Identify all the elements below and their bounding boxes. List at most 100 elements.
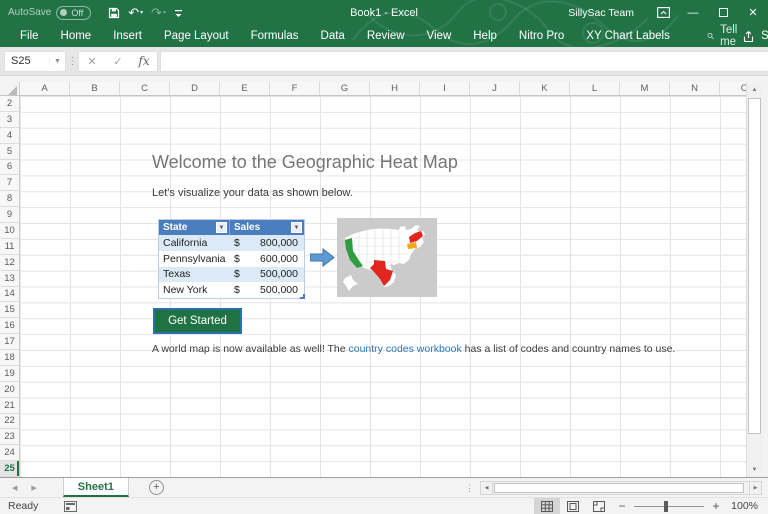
vertical-scrollbar[interactable]: ▲ ▼ [746, 82, 762, 477]
redo-button[interactable]: ↷▾ [148, 3, 169, 23]
row-header-16[interactable]: 16 [0, 318, 19, 334]
row-header-24[interactable]: 24 [0, 445, 19, 461]
column-header-d[interactable]: D [170, 82, 220, 95]
tab-review[interactable]: Review [356, 30, 416, 42]
row-header-9[interactable]: 9 [0, 207, 19, 223]
insert-function-button[interactable]: fx [131, 54, 157, 68]
undo-button[interactable]: ↶▾ [125, 3, 146, 23]
column-header-o[interactable]: O [720, 82, 746, 95]
row-header-7[interactable]: 7 [0, 175, 19, 191]
zoom-out-button[interactable]: − [612, 499, 632, 513]
page-break-preview-button[interactable] [586, 498, 612, 514]
tab-home[interactable]: Home [50, 30, 103, 42]
row-header-25[interactable]: 25 [0, 461, 19, 477]
column-header-g[interactable]: G [320, 82, 370, 95]
scroll-right-button[interactable]: ▶ [749, 481, 762, 495]
select-all-button[interactable] [0, 82, 20, 96]
tell-me-box[interactable]: Tell me [707, 24, 742, 48]
macro-record-button[interactable] [64, 501, 77, 512]
column-header-h[interactable]: H [370, 82, 420, 95]
tab-file[interactable]: File [0, 30, 50, 42]
next-sheet-button[interactable]: ▶ [31, 484, 36, 492]
scroll-left-button[interactable]: ◀ [480, 481, 493, 495]
zoom-level[interactable]: 100% [726, 500, 768, 512]
redo-dropdown-caret[interactable]: ▾ [163, 9, 166, 16]
undo-dropdown-caret[interactable]: ▾ [140, 9, 143, 16]
ribbon-display-options-button[interactable] [648, 0, 678, 25]
column-header-f[interactable]: F [270, 82, 320, 95]
zoom-in-button[interactable]: + [706, 499, 726, 513]
column-header-c[interactable]: C [120, 82, 170, 95]
column-header-e[interactable]: E [220, 82, 270, 95]
sheet-tab-sheet1[interactable]: Sheet1 [63, 478, 129, 497]
row-header-17[interactable]: 17 [0, 334, 19, 350]
column-header-i[interactable]: I [420, 82, 470, 95]
normal-view-button[interactable] [534, 498, 560, 514]
enter-entry-button[interactable]: ✓ [105, 55, 131, 68]
horizontal-scrollbar[interactable]: ⋮ ◀ ▶ [465, 480, 762, 496]
table-resize-handle[interactable] [300, 294, 305, 299]
previous-sheet-button[interactable]: ◀ [12, 484, 17, 492]
row-header-8[interactable]: 8 [0, 191, 19, 207]
share-button[interactable]: Share [742, 30, 768, 43]
tab-xy-chart-labels[interactable]: XY Chart Labels [575, 30, 681, 42]
horizontal-scrollbar-thumb[interactable] [494, 483, 744, 493]
row-header-10[interactable]: 10 [0, 223, 19, 239]
row-header-3[interactable]: 3 [0, 112, 19, 128]
column-header-k[interactable]: K [520, 82, 570, 95]
row-header-19[interactable]: 19 [0, 366, 19, 382]
zoom-slider-thumb[interactable] [664, 501, 668, 512]
formula-bar-drag-handle[interactable]: ⋮ [66, 56, 78, 67]
vertical-scrollbar-thumb[interactable] [748, 98, 761, 434]
cell-grid[interactable]: Welcome to the Geographic Heat Map Let's… [20, 96, 746, 477]
get-started-button[interactable]: Get Started [153, 308, 242, 334]
row-header-14[interactable]: 14 [0, 287, 19, 303]
row-header-2[interactable]: 2 [0, 96, 19, 112]
close-button[interactable]: ✕ [738, 0, 768, 25]
row-header-18[interactable]: 18 [0, 350, 19, 366]
zoom-slider[interactable] [634, 506, 704, 507]
tab-split-drag-handle[interactable]: ⋮ [465, 483, 474, 494]
row-header-6[interactable]: 6 [0, 160, 19, 176]
row-header-5[interactable]: 5 [0, 144, 19, 160]
row-header-13[interactable]: 13 [0, 271, 19, 287]
tab-help[interactable]: Help [462, 30, 508, 42]
autosave-toggle[interactable]: Off [56, 6, 91, 20]
tab-nitro-pro[interactable]: Nitro Pro [508, 30, 575, 42]
row-header-4[interactable]: 4 [0, 128, 19, 144]
tab-data[interactable]: Data [310, 30, 356, 42]
save-button[interactable] [105, 3, 123, 23]
name-box-dropdown-caret[interactable]: ▼ [49, 58, 65, 65]
column-header-b[interactable]: B [70, 82, 120, 95]
state-filter-button[interactable]: ▼ [216, 222, 227, 233]
row-header-12[interactable]: 12 [0, 255, 19, 271]
row-header-11[interactable]: 11 [0, 239, 19, 255]
row-header-15[interactable]: 15 [0, 302, 19, 318]
maximize-button[interactable] [708, 0, 738, 25]
column-header-a[interactable]: A [20, 82, 70, 95]
tab-view[interactable]: View [416, 30, 463, 42]
country-codes-workbook-link[interactable]: country codes workbook [349, 343, 462, 355]
minimize-button[interactable]: — [678, 0, 708, 25]
horizontal-scrollbar-track[interactable] [493, 481, 749, 495]
cancel-entry-button[interactable]: ✕ [79, 55, 105, 68]
customize-qat-button[interactable] [171, 3, 186, 23]
add-sheet-button[interactable]: + [149, 480, 164, 495]
column-header-l[interactable]: L [570, 82, 620, 95]
row-header-22[interactable]: 22 [0, 414, 19, 430]
tab-page-layout[interactable]: Page Layout [153, 30, 240, 42]
scroll-down-button[interactable]: ▼ [747, 462, 762, 477]
row-header-20[interactable]: 20 [0, 382, 19, 398]
tab-insert[interactable]: Insert [102, 30, 153, 42]
column-header-m[interactable]: M [620, 82, 670, 95]
scroll-up-button[interactable]: ▲ [747, 82, 762, 97]
name-box[interactable]: S25 ▼ [4, 51, 66, 72]
column-header-n[interactable]: N [670, 82, 720, 95]
column-header-j[interactable]: J [470, 82, 520, 95]
sales-filter-button[interactable]: ▼ [291, 222, 302, 233]
account-name[interactable]: SillySac Team [568, 7, 634, 19]
row-header-23[interactable]: 23 [0, 429, 19, 445]
formula-input[interactable] [160, 51, 768, 72]
tab-formulas[interactable]: Formulas [240, 30, 310, 42]
page-layout-view-button[interactable] [560, 498, 586, 514]
